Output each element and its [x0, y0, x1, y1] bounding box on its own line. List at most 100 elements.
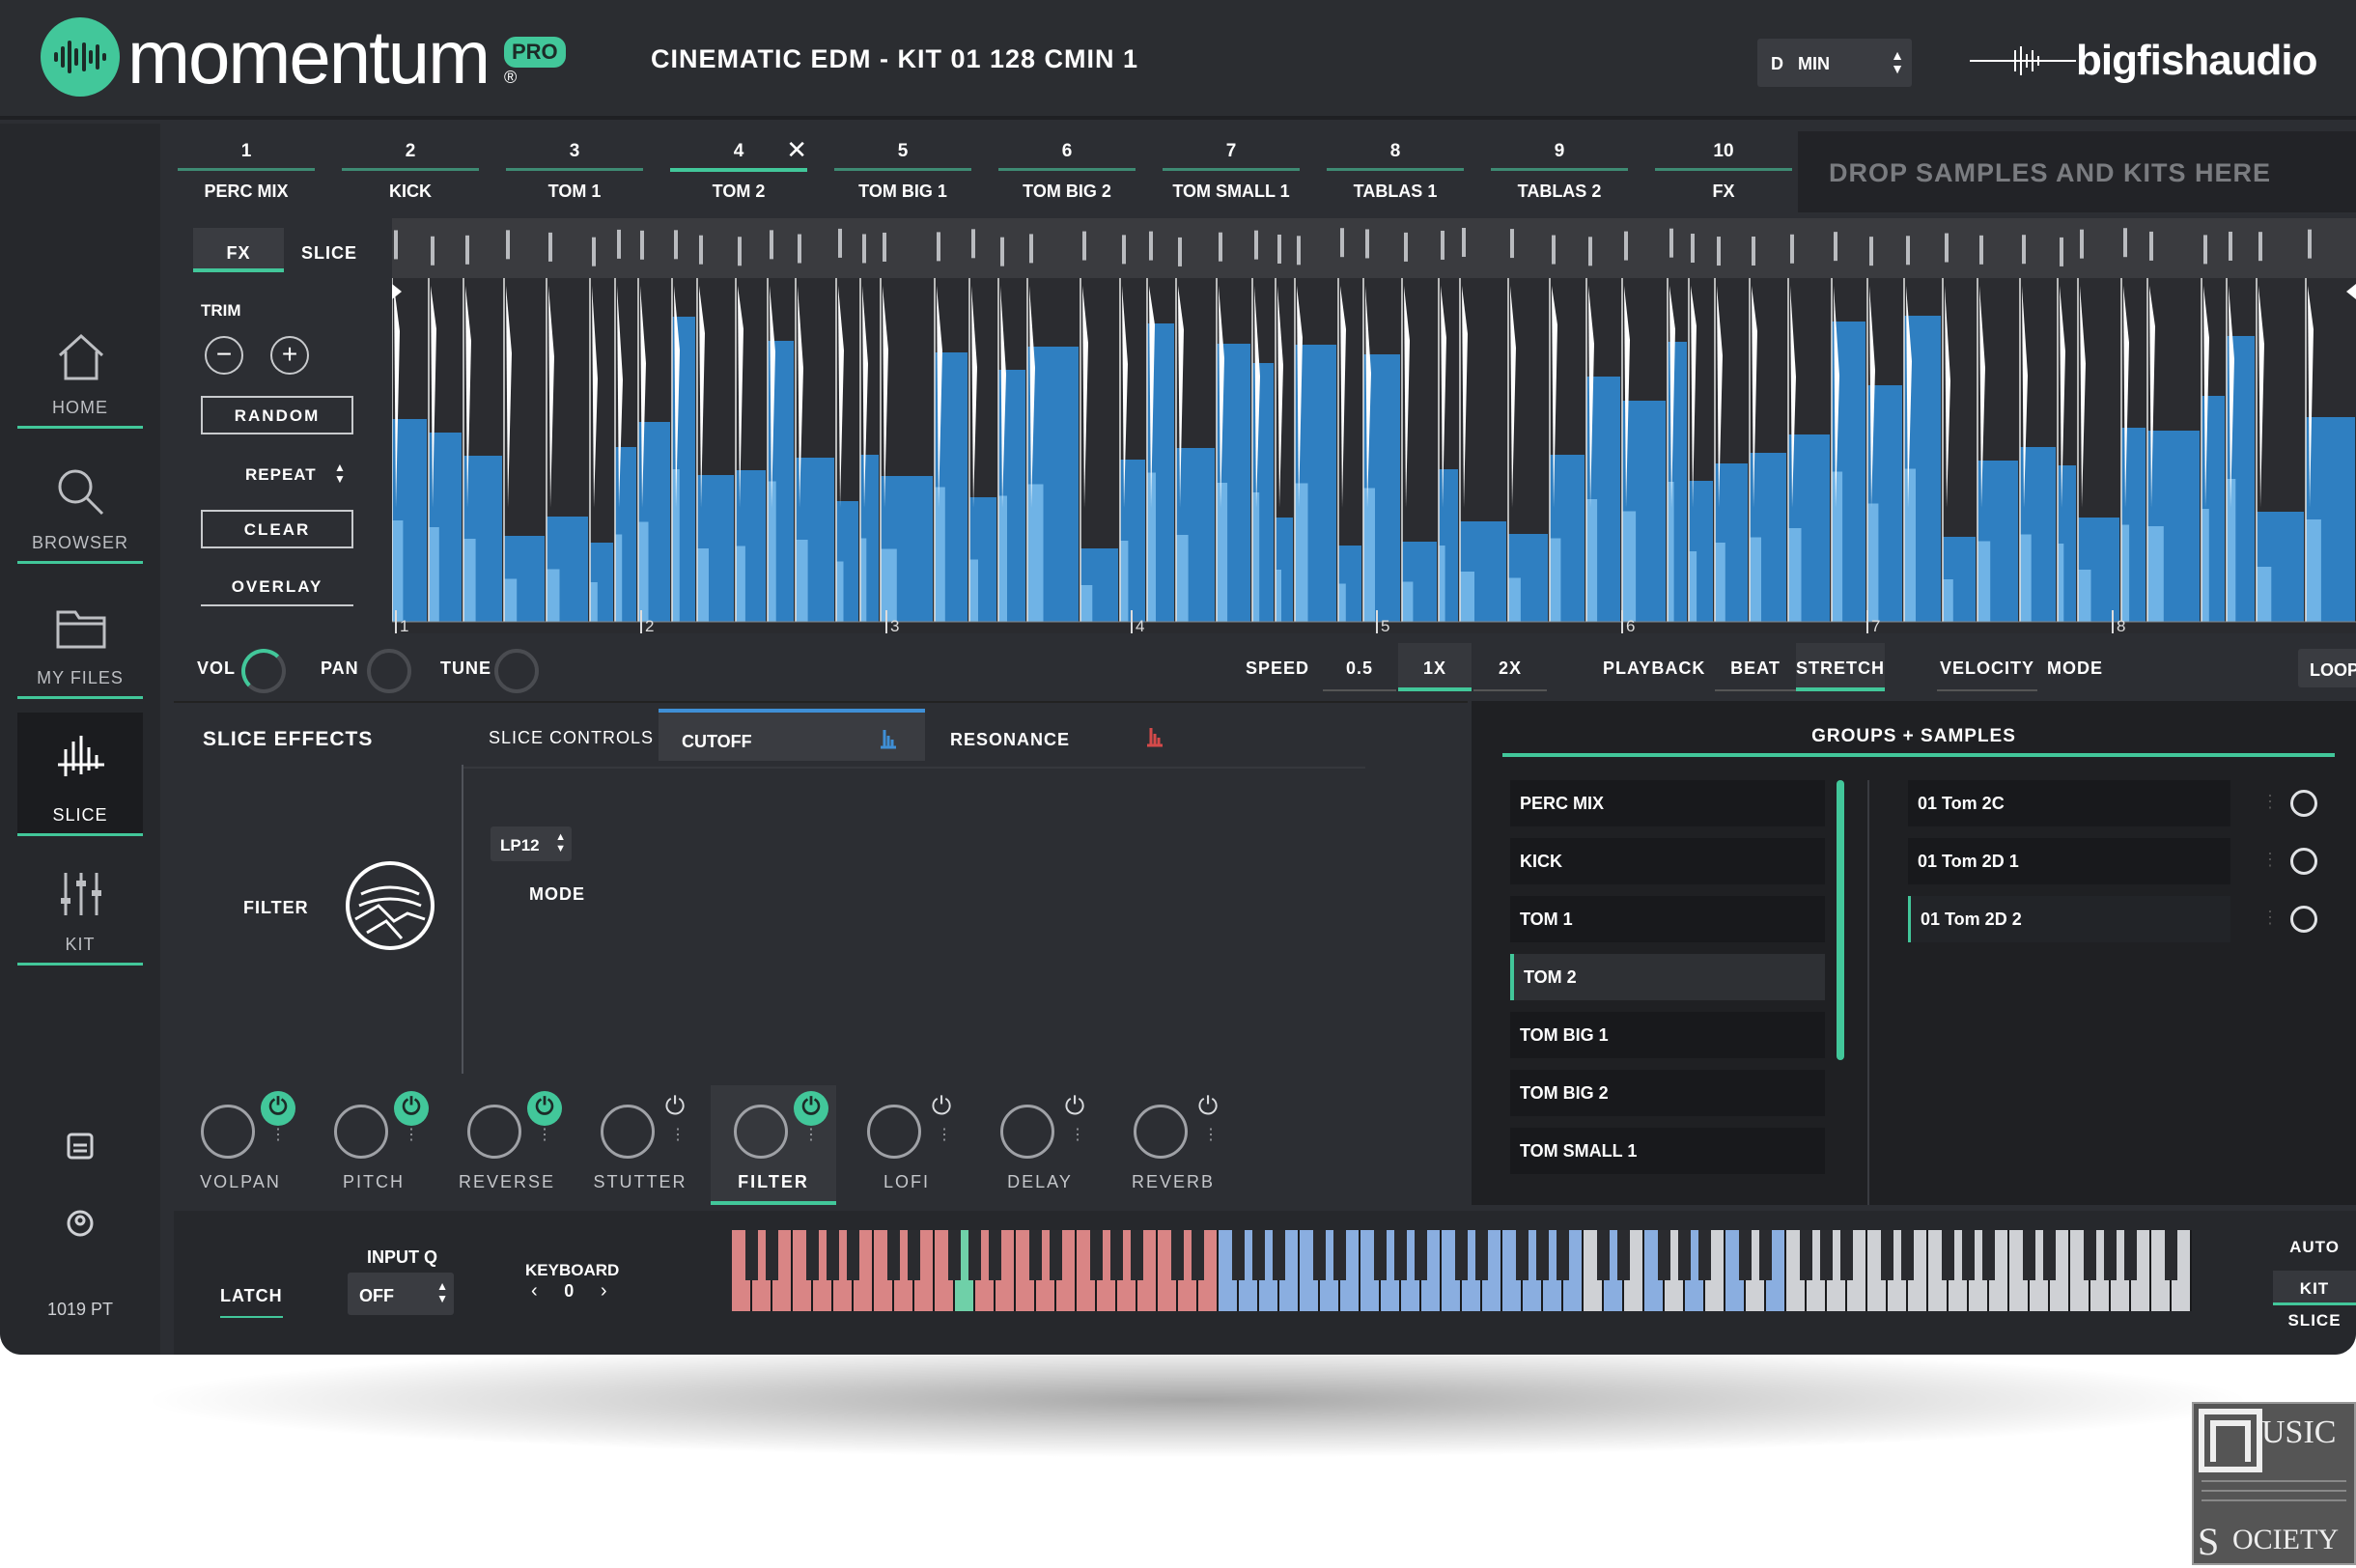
- minus-icon[interactable]: −: [205, 336, 243, 375]
- more-options-icon[interactable]: ⋮: [1070, 1128, 1085, 1143]
- black-key[interactable]: [847, 1230, 859, 1280]
- black-key[interactable]: [806, 1230, 819, 1280]
- power-icon[interactable]: ⏻: [927, 1091, 956, 1120]
- black-key[interactable]: [766, 1230, 778, 1280]
- black-key[interactable]: [887, 1230, 900, 1280]
- black-key[interactable]: [1090, 1230, 1103, 1280]
- black-key[interactable]: [948, 1230, 961, 1280]
- overlay-button[interactable]: OVERLAY: [201, 577, 353, 606]
- nav-kit[interactable]: KIT: [17, 850, 143, 966]
- fx-volpan[interactable]: ⏻ ⋮ VOLPAN: [178, 1085, 303, 1205]
- kit-tab-7[interactable]: 7 TOM SMALL 1: [1159, 131, 1304, 212]
- black-key[interactable]: [1536, 1230, 1549, 1280]
- sample-item[interactable]: 01 Tom 2D 2: [1908, 896, 2230, 942]
- black-key[interactable]: [1131, 1230, 1143, 1280]
- nav-home[interactable]: HOME: [17, 313, 143, 429]
- kit-tab-2[interactable]: 2 KICK: [338, 131, 483, 212]
- user-account-icon[interactable]: [0, 1209, 160, 1243]
- black-key[interactable]: [1678, 1230, 1691, 1280]
- power-icon[interactable]: ⏻: [660, 1091, 689, 1120]
- tune-knob[interactable]: [494, 649, 539, 693]
- palette-icon[interactable]: [2290, 790, 2317, 817]
- black-key[interactable]: [2124, 1230, 2137, 1280]
- kit-tab-3[interactable]: 3 TOM 1: [502, 131, 647, 212]
- black-key[interactable]: [1273, 1230, 1285, 1280]
- piano-keyboard[interactable]: [732, 1230, 2192, 1311]
- more-options-icon[interactable]: ⋮: [2261, 908, 2279, 928]
- fx-reverb[interactable]: ⏻ ⋮ REVERB: [1110, 1085, 1236, 1205]
- black-key[interactable]: [1597, 1230, 1610, 1280]
- black-key[interactable]: [2104, 1230, 2117, 1280]
- fx-delay[interactable]: ⏻ ⋮ DELAY: [977, 1085, 1103, 1205]
- nav-slice[interactable]: SLICE: [17, 713, 143, 836]
- waveform-display[interactable]: 1 2 3 4 5 6 7 8: [391, 218, 2356, 635]
- nav-my-files[interactable]: MY FILES: [17, 583, 143, 699]
- keyboard-octave-control[interactable]: ‹ 0 ›: [531, 1280, 606, 1302]
- palette-icon[interactable]: [2290, 848, 2317, 875]
- input-q-select[interactable]: OFF ▲ ▼: [348, 1273, 454, 1315]
- power-icon[interactable]: ⏻: [1060, 1091, 1089, 1120]
- black-key[interactable]: [1617, 1230, 1630, 1280]
- fx-stutter[interactable]: ⏻ ⋮ STUTTER: [577, 1085, 703, 1205]
- kit-tab-9[interactable]: 9 TABLAS 2: [1487, 131, 1632, 212]
- black-key[interactable]: [1658, 1230, 1670, 1280]
- velocity-button[interactable]: VELOCITY: [1937, 643, 2037, 691]
- tab-slice[interactable]: SLICE: [284, 228, 375, 272]
- black-key[interactable]: [1455, 1230, 1468, 1280]
- black-key[interactable]: [908, 1230, 920, 1280]
- black-key[interactable]: [745, 1230, 758, 1280]
- black-key[interactable]: [1982, 1230, 1995, 1280]
- power-icon[interactable]: ⏻: [794, 1091, 828, 1126]
- speed-1x-button[interactable]: 1X: [1398, 643, 1472, 691]
- black-key[interactable]: [1374, 1230, 1387, 1280]
- sample-item[interactable]: 01 Tom 2C: [1908, 780, 2230, 826]
- speed-0-5-button[interactable]: 0.5: [1323, 643, 1396, 691]
- key-scale-select[interactable]: D MIN ▲ ▼: [1757, 39, 1912, 87]
- group-item[interactable]: TOM 1: [1510, 896, 1825, 942]
- black-key[interactable]: [1110, 1230, 1123, 1280]
- black-key[interactable]: [2043, 1230, 2056, 1280]
- more-options-icon[interactable]: ⋮: [670, 1128, 686, 1143]
- black-key[interactable]: [1800, 1230, 1812, 1280]
- close-icon[interactable]: ✕: [786, 135, 807, 165]
- black-key[interactable]: [1252, 1230, 1265, 1280]
- black-key[interactable]: [1840, 1230, 1853, 1280]
- group-item[interactable]: TOM BIG 1: [1510, 1012, 1825, 1058]
- black-key[interactable]: [2165, 1230, 2177, 1280]
- more-options-icon[interactable]: ⋮: [270, 1128, 286, 1143]
- stretch-button[interactable]: STRETCH: [1796, 643, 1885, 691]
- more-options-icon[interactable]: ⋮: [1203, 1128, 1219, 1143]
- black-key[interactable]: [2023, 1230, 2035, 1280]
- black-key[interactable]: [989, 1230, 1001, 1280]
- black-key[interactable]: [1698, 1230, 1711, 1280]
- vol-knob[interactable]: [241, 649, 286, 693]
- beat-button[interactable]: BEAT: [1715, 643, 1796, 691]
- black-key[interactable]: [968, 1230, 981, 1280]
- tab-fx[interactable]: FX: [193, 228, 284, 272]
- random-button[interactable]: RANDOM: [201, 396, 353, 434]
- repeat-label[interactable]: REPEAT: [245, 465, 317, 485]
- group-item[interactable]: TOM 2: [1510, 954, 1825, 1000]
- tab-cutoff[interactable]: CUTOFF: [659, 709, 925, 761]
- pan-knob[interactable]: [367, 649, 411, 693]
- palette-icon[interactable]: [2290, 906, 2317, 933]
- black-key[interactable]: [827, 1230, 839, 1280]
- auto-button[interactable]: AUTO: [2273, 1238, 2356, 1257]
- black-key[interactable]: [1232, 1230, 1245, 1280]
- black-key[interactable]: [1881, 1230, 1893, 1280]
- more-options-icon[interactable]: ⋮: [2261, 850, 2279, 870]
- kit-tab-10[interactable]: 10 FX: [1651, 131, 1796, 212]
- fx-filter[interactable]: ⏻ ⋮ FILTER: [711, 1085, 836, 1205]
- black-key[interactable]: [1313, 1230, 1326, 1280]
- more-options-icon[interactable]: ⋮: [803, 1128, 819, 1143]
- drop-zone[interactable]: DROP SAMPLES AND KITS HERE: [1798, 131, 2356, 212]
- black-key[interactable]: [1171, 1230, 1184, 1280]
- black-key[interactable]: [1557, 1230, 1569, 1280]
- black-key[interactable]: [1820, 1230, 1833, 1280]
- group-scrollbar[interactable]: [1837, 780, 1844, 1060]
- updown-arrows-icon[interactable]: ▲ ▼: [334, 462, 346, 485]
- clear-button[interactable]: CLEAR: [201, 510, 353, 548]
- kit-tab-5[interactable]: 5 TOM BIG 1: [830, 131, 975, 212]
- slice-mode-button[interactable]: SLICE: [2273, 1311, 2356, 1330]
- tab-resonance[interactable]: RESONANCE: [950, 730, 1070, 750]
